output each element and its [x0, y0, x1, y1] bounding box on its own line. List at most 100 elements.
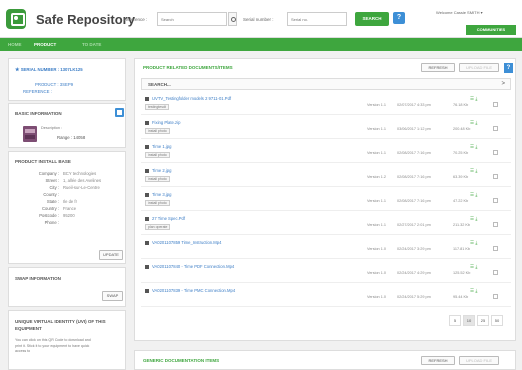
documents-help-button[interactable]: ? [504, 63, 513, 73]
nav-item-product[interactable]: PRODUCT [34, 42, 56, 47]
document-row[interactable]: Time 3.jpg install photo Version 1.1 02/… [141, 189, 511, 211]
edit-icon[interactable] [115, 108, 124, 117]
info-icon[interactable]: ☰ [470, 144, 474, 149]
document-date: 02/08/2017 7:16 pm [397, 151, 431, 155]
document-date: 02/08/2017 7:16 pm [397, 175, 431, 179]
download-icon[interactable]: ⤓ [475, 288, 477, 293]
document-version: Version 1.2 [367, 175, 386, 179]
document-icon [145, 193, 149, 197]
document-checkbox[interactable] [493, 294, 498, 299]
info-icon[interactable]: ☰ [470, 192, 474, 197]
star-icon[interactable]: ★ [15, 67, 19, 73]
swap-button[interactable]: SWAP [102, 291, 123, 301]
serial-number-input[interactable] [287, 12, 347, 26]
page-size-option[interactable]: 5 [449, 315, 461, 326]
range-value: 14058 [73, 135, 86, 140]
download-icon[interactable]: ⤓ [475, 192, 477, 197]
document-checkbox[interactable] [493, 126, 498, 131]
info-icon[interactable]: ☰ [470, 216, 474, 221]
generic-refresh-button[interactable]: REFRESH [421, 356, 455, 365]
download-icon[interactable]: ⤓ [475, 144, 477, 149]
search-icon[interactable] [228, 12, 237, 26]
document-name[interactable]: Time 2.jpg [152, 168, 171, 173]
uvi-description: You can click on this QR Code to downloa… [15, 338, 91, 353]
document-row[interactable]: VA0201107840 - Time PDF Connection.Mp4 V… [141, 261, 511, 283]
refresh-button[interactable]: REFRESH [421, 63, 455, 72]
update-button[interactable]: UPDATE [99, 250, 123, 260]
reference-input[interactable] [157, 12, 227, 26]
document-tags: plan operate [145, 224, 171, 230]
document-size: 95.44 Kb [453, 295, 469, 299]
communities-button[interactable]: COMMUNITIES [466, 25, 516, 35]
info-icon[interactable]: ☰ [470, 120, 474, 125]
top-bar: Safe Repository Reference : Serial numbe… [0, 0, 522, 38]
page-size-option[interactable]: 50 [491, 315, 503, 326]
swap-panel: SWAP INFORMATION SWAP [8, 267, 126, 307]
info-icon[interactable]: ☰ [470, 168, 474, 173]
document-checkbox[interactable] [493, 222, 498, 227]
page-size-option[interactable]: 25 [477, 315, 489, 326]
document-name[interactable]: 27 Time Spec.Pdf [152, 216, 185, 221]
document-name[interactable]: Fixing Plate.zip [152, 120, 180, 125]
safe-logo-icon[interactable] [6, 9, 26, 29]
basic-information-panel: BASIC INFORMATION Description : Range : … [8, 103, 126, 148]
download-icon[interactable]: ⤓ [475, 240, 477, 245]
document-icon [145, 169, 149, 173]
download-icon[interactable]: ⤓ [475, 216, 477, 221]
document-row[interactable]: Time 2.jpg install photo Version 1.2 02/… [141, 165, 511, 187]
download-icon[interactable]: ⤓ [475, 264, 477, 269]
document-size: 63.39 Kb [453, 175, 469, 179]
document-actions: ☰ ⤓ [470, 120, 477, 126]
documents-search-bar[interactable]: SEARCH... > [141, 78, 511, 90]
document-row[interactable]: VA0201107859 Time_Instruction.Mp4 Versio… [141, 237, 511, 259]
info-icon[interactable]: ☰ [470, 264, 474, 269]
document-date: 02/24/2017 3:29 pm [397, 247, 431, 251]
document-size: 211.32 Kb [453, 223, 471, 227]
generic-upload-file-button[interactable]: UPLOAD FILE [459, 356, 499, 365]
download-icon[interactable]: ⤓ [475, 168, 477, 173]
field-key: Street : [45, 178, 60, 183]
document-size: 70.25 Kb [453, 151, 469, 155]
document-row[interactable]: VA0201107839 - Time PMC Connection.Mp4 V… [141, 285, 511, 307]
info-icon[interactable]: ☰ [470, 96, 474, 101]
document-row[interactable]: Time 1.jpg install photo Version 1.1 02/… [141, 141, 511, 163]
document-size: 200.48 Kb [453, 127, 471, 131]
reference-line: REFERENCE : [23, 89, 52, 94]
document-name[interactable]: UVTV_Testingfolder models 2 9711-01.Pdf [152, 96, 231, 101]
document-actions: ☰ ⤓ [470, 240, 477, 246]
document-row[interactable]: 27 Time Spec.Pdf plan operate Version 1.… [141, 213, 511, 235]
document-checkbox[interactable] [493, 150, 498, 155]
document-checkbox[interactable] [493, 270, 498, 275]
range-line: Range : 14058 [57, 135, 85, 140]
info-icon[interactable]: ☰ [470, 288, 474, 293]
document-row[interactable]: UVTV_Testingfolder models 2 9711-01.Pdf … [141, 93, 511, 115]
document-name[interactable]: VA0201107839 - Time PMC Connection.Mp4 [152, 288, 235, 293]
upload-file-button[interactable]: UPLOAD FILE [459, 63, 499, 72]
field-value: 1, allée des Avelines [63, 178, 102, 183]
product-line: PRODUCT : 3SEP9 [35, 82, 74, 87]
document-icon [145, 145, 149, 149]
download-icon[interactable]: ⤓ [475, 96, 477, 101]
download-icon[interactable]: ⤓ [475, 120, 477, 125]
search-button[interactable]: SEARCH [355, 12, 389, 26]
chevron-right-icon[interactable]: > [501, 81, 505, 87]
document-name[interactable]: Time 3.jpg [152, 192, 171, 197]
document-name[interactable]: Time 1.jpg [152, 144, 171, 149]
document-row[interactable]: Fixing Plate.zip install photo Version 1… [141, 117, 511, 139]
nav-item-to-date[interactable]: TO DATE [82, 42, 101, 47]
documents-title: PRODUCT RELATED DOCUMENTS/ITEMS [143, 65, 233, 70]
document-name[interactable]: VA0201107859 Time_Instruction.Mp4 [152, 240, 221, 245]
page-size-option[interactable]: 10 [463, 315, 475, 326]
document-size: 125.52 Kb [453, 271, 471, 275]
document-checkbox[interactable] [493, 198, 498, 203]
help-button[interactable]: ? [393, 12, 405, 24]
info-icon[interactable]: ☰ [470, 240, 474, 245]
document-version: Version 1.0 [367, 271, 386, 275]
document-checkbox[interactable] [493, 174, 498, 179]
document-checkbox[interactable] [493, 102, 498, 107]
document-name[interactable]: VA0201107840 - Time PDF Connection.Mp4 [152, 264, 234, 269]
document-checkbox[interactable] [493, 246, 498, 251]
welcome-user-menu[interactable]: Welcome Cassie SMITH ▾ [436, 10, 483, 15]
serial-number-line: ★ SERIAL NUMBER : 1307LK125 [15, 67, 83, 73]
nav-item-home[interactable]: HOME [8, 42, 22, 47]
